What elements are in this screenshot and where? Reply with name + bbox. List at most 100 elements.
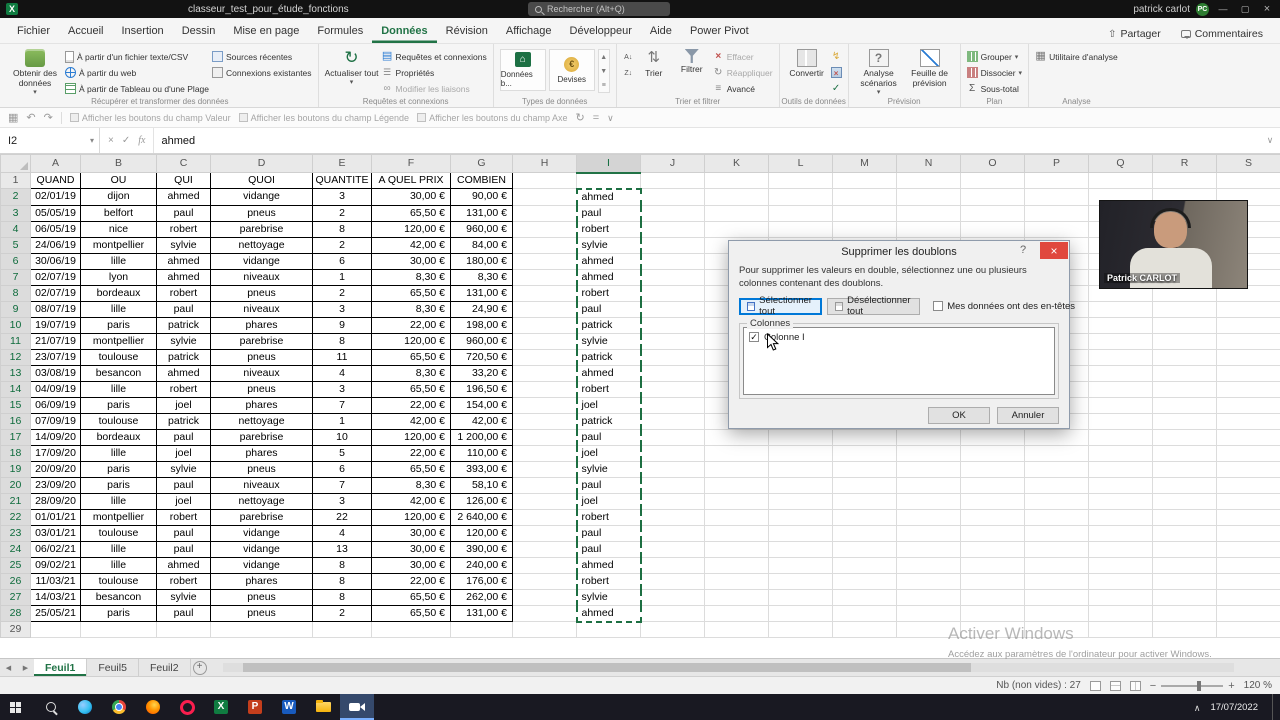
- cell-D18[interactable]: phares: [210, 444, 313, 462]
- cell-C26[interactable]: robert: [156, 572, 211, 590]
- cell-C6[interactable]: ahmed: [156, 252, 211, 270]
- row-header-19[interactable]: 19: [0, 460, 31, 478]
- cell-G11[interactable]: 960,00 €: [450, 332, 513, 350]
- cell-B15[interactable]: paris: [80, 396, 157, 414]
- dialog-help-button[interactable]: [1011, 241, 1035, 259]
- my-data-has-headers-checkbox[interactable]: Mes données ont des en-têtes: [933, 301, 1075, 312]
- formula-input[interactable]: ahmed: [154, 128, 1260, 153]
- cell-G14[interactable]: 196,50 €: [450, 380, 513, 398]
- cell-I15[interactable]: joel: [575, 396, 642, 414]
- cell-G25[interactable]: 240,00 €: [450, 556, 513, 574]
- cell-S26[interactable]: [1216, 572, 1280, 590]
- cell-I29[interactable]: [576, 621, 641, 638]
- cell-L23[interactable]: [768, 524, 833, 542]
- cell-Q25[interactable]: [1088, 556, 1153, 574]
- edge-icon[interactable]: [68, 694, 102, 720]
- cell-G27[interactable]: 262,00 €: [450, 588, 513, 606]
- cell-C14[interactable]: robert: [156, 380, 211, 398]
- cell-G20[interactable]: 58,10 €: [450, 476, 513, 494]
- row-header-9[interactable]: 9: [0, 300, 31, 318]
- cell-P4[interactable]: [1024, 220, 1089, 238]
- ribbon-tab-donn-es[interactable]: Données: [372, 21, 436, 43]
- refresh-all-button[interactable]: Actualiser tout ▾: [325, 47, 379, 87]
- cell-F28[interactable]: 65,50 €: [371, 604, 451, 622]
- cell-Q26[interactable]: [1088, 572, 1153, 590]
- cell-F14[interactable]: 65,50 €: [371, 380, 451, 398]
- opera-icon[interactable]: [170, 694, 204, 720]
- cell-S22[interactable]: [1216, 508, 1280, 526]
- cell-F1[interactable]: A QUEL PRIX: [371, 172, 451, 189]
- column-header-S[interactable]: S: [1216, 154, 1280, 173]
- ribbon-tab-accueil[interactable]: Accueil: [59, 21, 112, 43]
- cell-I5[interactable]: sylvie: [575, 236, 642, 254]
- cell-B29[interactable]: [80, 621, 157, 638]
- cell-G19[interactable]: 393,00 €: [450, 460, 513, 478]
- cell-M27[interactable]: [832, 588, 897, 606]
- cell-J26[interactable]: [640, 572, 705, 590]
- cell-O3[interactable]: [960, 204, 1025, 222]
- cell-I21[interactable]: joel: [575, 492, 642, 510]
- cell-C7[interactable]: ahmed: [156, 268, 211, 286]
- cell-O1[interactable]: [960, 172, 1025, 189]
- zoom-level[interactable]: 120 %: [1244, 680, 1272, 691]
- cell-B18[interactable]: lille: [80, 444, 157, 462]
- cell-D22[interactable]: parebrise: [210, 508, 313, 526]
- cell-N18[interactable]: [896, 444, 961, 462]
- cell-D11[interactable]: parebrise: [210, 332, 313, 350]
- cell-G22[interactable]: 2 640,00 €: [450, 508, 513, 526]
- search-box[interactable]: Rechercher (Alt+Q): [528, 2, 670, 16]
- dialog-close-button[interactable]: [1040, 242, 1068, 259]
- cell-I12[interactable]: patrick: [575, 348, 642, 366]
- cell-M18[interactable]: [832, 444, 897, 462]
- cell-M23[interactable]: [832, 524, 897, 542]
- cell-J18[interactable]: [640, 444, 705, 462]
- column-i-item[interactable]: Colonne I: [749, 332, 1049, 343]
- tray-chevron-icon[interactable]: [1194, 698, 1201, 716]
- from-text-csv-button[interactable]: À partir d'un fichier texte/CSV: [65, 49, 209, 64]
- cell-M2[interactable]: [832, 188, 897, 206]
- ribbon-tab-dessin[interactable]: Dessin: [173, 21, 225, 43]
- zoom-in-icon[interactable]: [1228, 681, 1234, 691]
- cell-A27[interactable]: 14/03/21: [30, 588, 81, 606]
- cell-O19[interactable]: [960, 460, 1025, 478]
- cell-M19[interactable]: [832, 460, 897, 478]
- cell-Q11[interactable]: [1088, 332, 1153, 350]
- reapply-button[interactable]: Réappliquer: [713, 65, 773, 80]
- cell-S25[interactable]: [1216, 556, 1280, 574]
- cell-L27[interactable]: [768, 588, 833, 606]
- row-header-5[interactable]: 5: [0, 236, 31, 254]
- column-header-F[interactable]: F: [371, 154, 451, 173]
- cell-N19[interactable]: [896, 460, 961, 478]
- cell-C16[interactable]: patrick: [156, 412, 211, 430]
- camera-icon[interactable]: [340, 694, 374, 720]
- cell-D19[interactable]: pneus: [210, 460, 313, 478]
- cell-E21[interactable]: 3: [312, 492, 372, 510]
- ribbon-tab-r-vision[interactable]: Révision: [437, 21, 497, 43]
- cell-E29[interactable]: [312, 621, 372, 638]
- cell-C27[interactable]: sylvie: [156, 588, 211, 606]
- cell-G24[interactable]: 390,00 €: [450, 540, 513, 558]
- cell-I3[interactable]: paul: [575, 204, 642, 222]
- cell-H5[interactable]: [512, 236, 577, 254]
- forecast-sheet-button[interactable]: Feuille de prévision: [906, 47, 954, 89]
- cell-S28[interactable]: [1216, 604, 1280, 622]
- cell-E13[interactable]: 4: [312, 364, 372, 382]
- from-web-button[interactable]: À partir du web: [65, 65, 209, 80]
- cell-A1[interactable]: QUAND: [30, 172, 81, 189]
- cell-H3[interactable]: [512, 204, 577, 222]
- cell-D13[interactable]: niveaux: [210, 364, 313, 382]
- cell-D15[interactable]: phares: [210, 396, 313, 414]
- cell-S24[interactable]: [1216, 540, 1280, 558]
- cell-I22[interactable]: robert: [575, 508, 642, 526]
- toggle-legend-field-buttons[interactable]: Afficher les boutons du champ Légende: [238, 113, 409, 123]
- cell-H12[interactable]: [512, 348, 577, 366]
- cell-O29[interactable]: [960, 621, 1025, 638]
- cell-P22[interactable]: [1024, 508, 1089, 526]
- cell-C21[interactable]: joel: [156, 492, 211, 510]
- cell-K23[interactable]: [704, 524, 769, 542]
- cell-M21[interactable]: [832, 492, 897, 510]
- cell-O20[interactable]: [960, 476, 1025, 494]
- cell-B14[interactable]: lille: [80, 380, 157, 398]
- cell-A10[interactable]: 19/07/19: [30, 316, 81, 334]
- cell-K29[interactable]: [704, 621, 769, 638]
